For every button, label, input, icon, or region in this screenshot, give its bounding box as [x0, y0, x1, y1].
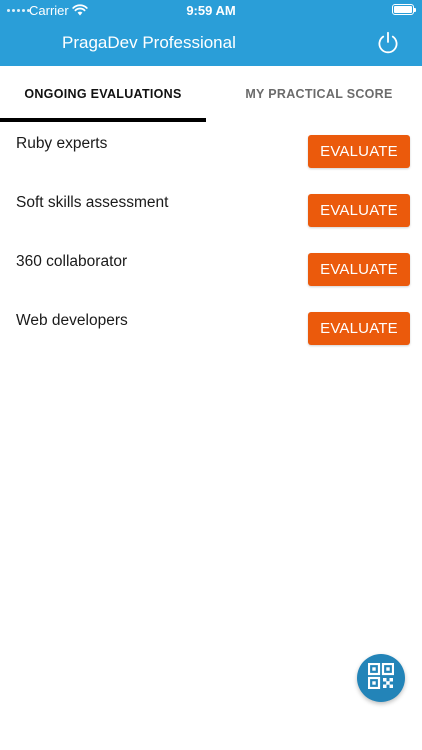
evaluate-button[interactable]: EVALUATE: [308, 253, 410, 286]
evaluate-button[interactable]: EVALUATE: [308, 312, 410, 345]
status-bar: Carrier 9:59 AM: [0, 0, 422, 22]
evaluation-name: Ruby experts: [16, 135, 108, 152]
app-header: Carrier 9:59 AM PragaDev Professional: [0, 0, 422, 66]
list-item: 360 collaborator EVALUATE: [0, 240, 422, 299]
list-item: Ruby experts EVALUATE: [0, 122, 422, 181]
status-time: 9:59 AM: [186, 3, 236, 18]
qr-scan-button[interactable]: [357, 654, 405, 702]
power-icon[interactable]: [376, 31, 400, 55]
evaluation-name: 360 collaborator: [16, 253, 128, 270]
evaluations-list: Ruby experts EVALUATE Soft skills assess…: [0, 122, 422, 358]
list-item: Web developers EVALUATE: [0, 299, 422, 358]
evaluation-name: Soft skills assessment: [16, 194, 169, 211]
page-title: PragaDev Professional: [62, 33, 236, 52]
evaluation-name: Web developers: [16, 312, 128, 329]
evaluate-button[interactable]: EVALUATE: [308, 135, 410, 168]
app-screen: Carrier 9:59 AM PragaDev Professional ON…: [0, 0, 422, 750]
tab-bar: ONGOING EVALUATIONS MY PRACTICAL SCORE: [0, 66, 422, 122]
tab-my-practical-score[interactable]: MY PRACTICAL SCORE: [216, 66, 422, 122]
tab-ongoing-evaluations[interactable]: ONGOING EVALUATIONS: [0, 66, 206, 122]
qr-code-icon: [367, 662, 395, 694]
list-item: Soft skills assessment EVALUATE: [0, 181, 422, 240]
battery-fill: [394, 6, 412, 13]
evaluate-button[interactable]: EVALUATE: [308, 194, 410, 227]
battery-icon: [392, 4, 416, 15]
